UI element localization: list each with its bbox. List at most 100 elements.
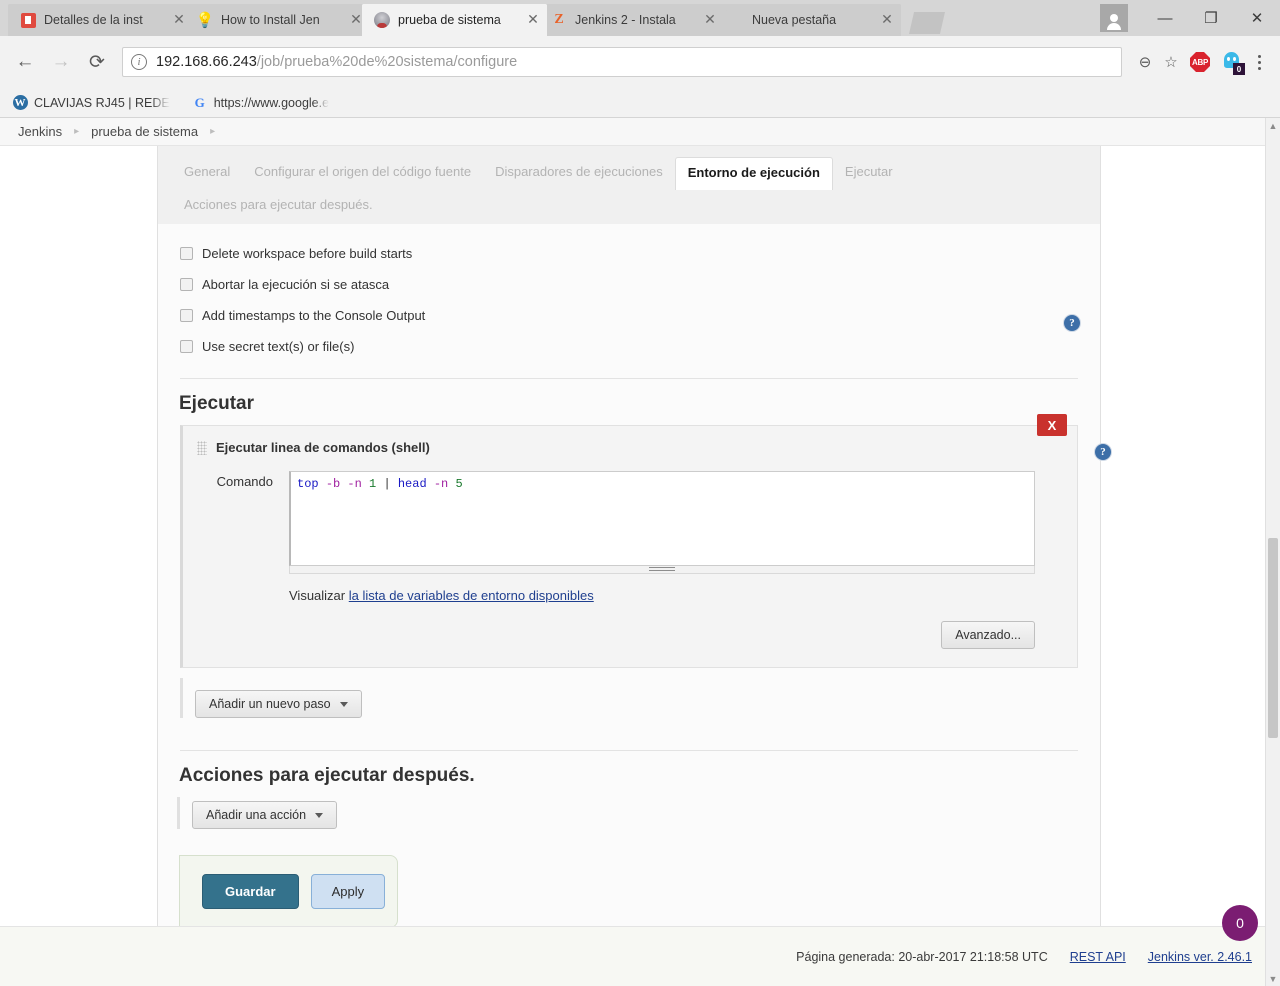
checkbox-row-use-secret[interactable]: Use secret text(s) or file(s) (180, 331, 1100, 362)
rest-api-link[interactable]: REST API (1070, 950, 1126, 964)
bookmarks-bar: W CLAVIJAS RJ45 | REDE G https://www.goo… (0, 88, 1280, 118)
red-book-icon (20, 12, 36, 28)
env-variables-link[interactable]: la lista de variables de entorno disponi… (349, 588, 594, 603)
close-window-button[interactable]: ✕ (1234, 0, 1280, 36)
bookmark-item-0[interactable]: W CLAVIJAS RJ45 | REDE (12, 95, 170, 111)
tab-title: Nueva pestaña (752, 13, 837, 27)
forward-button[interactable]: → (44, 45, 78, 79)
zoom-out-icon[interactable]: ⊖ (1132, 53, 1158, 71)
checkbox-label: Add timestamps to the Console Output (202, 308, 426, 323)
bookmark-label: CLAVIJAS RJ45 | REDE (34, 95, 170, 110)
zeta-icon: Z (554, 12, 564, 27)
new-tab-button[interactable] (909, 12, 945, 34)
textarea-resize-bar[interactable] (289, 566, 1035, 574)
tab-title: Jenkins 2 - Instala (575, 13, 676, 27)
breadcrumb-item-job[interactable]: prueba de sistema (91, 124, 198, 139)
address-bar[interactable]: i 192.168.66.243/job/prueba%20de%20siste… (122, 47, 1122, 77)
site-info-icon[interactable]: i (131, 54, 147, 70)
bookmark-star-icon[interactable]: ☆ (1158, 53, 1184, 71)
checkbox-add-timestamps[interactable] (180, 309, 193, 322)
checkbox-label: Abortar la ejecución si se atasca (202, 277, 390, 292)
browser-tab-2-active[interactable]: prueba de sistema ✕ (362, 4, 547, 36)
build-step-title: Ejecutar linea de comandos (shell) (216, 440, 430, 455)
chevron-right-icon: ▸ (210, 126, 216, 137)
scroll-down-arrow-icon[interactable]: ▼ (1266, 971, 1280, 986)
checkbox-row-abort-build[interactable]: Abortar la ejecución si se atasca (180, 269, 1100, 300)
tab-general[interactable]: General (172, 156, 242, 189)
tab-title: Detalles de la inst (44, 13, 143, 27)
breadcrumb: Jenkins ▸ prueba de sistema ▸ (0, 118, 1280, 146)
config-tabs-row-1: General Configurar el origen del código … (158, 156, 1100, 190)
back-button[interactable]: ← (8, 45, 42, 79)
user-profile-icon[interactable] (1100, 4, 1128, 32)
chevron-down-icon (339, 701, 348, 707)
add-step-row: Añadir un nuevo paso (180, 668, 1078, 732)
notification-badge[interactable]: 0 (1222, 905, 1258, 941)
tab-title: How to Install Jen (221, 13, 320, 27)
command-token: -n (347, 477, 362, 491)
tab-close-button[interactable]: ✕ (879, 12, 895, 28)
command-field-row: Comando top -b -n 1 | head -n 5 (183, 471, 1077, 566)
apply-button[interactable]: Apply (310, 874, 386, 909)
browser-tab-0[interactable]: Detalles de la inst ✕ (8, 4, 193, 36)
url-path: /job/prueba%20de%20sistema/configure (256, 54, 518, 70)
checkbox-row-delete-workspace[interactable]: Delete workspace before build starts (180, 238, 1100, 269)
browser-tabstrip: Detalles de la inst ✕ 💡 How to Install J… (0, 0, 1280, 36)
help-icon-use-secret[interactable]: ? (1064, 315, 1080, 331)
checkbox-row-add-timestamps[interactable]: Add timestamps to the Console Output (180, 300, 1100, 331)
advanced-button[interactable]: Avanzado... (941, 621, 1035, 649)
ghostery-icon[interactable]: 0 (1220, 51, 1245, 75)
config-tabs-row-2: Acciones para ejecutar después. (158, 189, 1100, 224)
visualize-prefix: Visualizar (289, 588, 346, 603)
page-viewport: Jenkins ▸ prueba de sistema ▸ General Co… (0, 118, 1280, 986)
checkbox-use-secret[interactable] (180, 340, 193, 353)
tab-post-build-actions[interactable]: Acciones para ejecutar después. (184, 197, 1086, 212)
tab-source-code-management[interactable]: Configurar el origen del código fuente (242, 156, 483, 189)
tab-build-environment[interactable]: Entorno de ejecución (674, 157, 833, 190)
checkbox-abort-build[interactable] (180, 278, 193, 291)
resize-grip-icon[interactable] (649, 567, 675, 571)
browser-tab-4[interactable]: Nueva pestaña ✕ (716, 4, 901, 36)
post-build-actions: Añadir una acción Guardar Apply (158, 797, 1100, 928)
add-post-build-action-label: Añadir una acción (206, 808, 307, 822)
config-content: Delete workspace before build starts Abo… (158, 224, 1111, 938)
checkbox-delete-workspace[interactable] (180, 247, 193, 260)
post-build-section-title: Acciones para ejecutar después. (179, 765, 475, 786)
browser-tab-1[interactable]: 💡 How to Install Jen ✕ (185, 4, 370, 36)
add-build-step-button[interactable]: Añadir un nuevo paso (195, 690, 362, 718)
reload-button[interactable]: ⟳ (80, 45, 114, 79)
scroll-up-arrow-icon[interactable]: ▲ (1266, 118, 1280, 133)
chrome-menu-icon[interactable] (1246, 52, 1272, 73)
page-footer: Página generada: 20-abr-2017 21:18:58 UT… (0, 905, 1280, 986)
scrollbar-thumb[interactable] (1268, 538, 1278, 738)
command-token: -n (433, 477, 449, 491)
bookmark-item-1[interactable]: G https://www.google.e (192, 95, 329, 111)
drag-handle-icon[interactable] (197, 440, 207, 455)
page-body: General Configurar el origen del código … (0, 146, 1280, 938)
build-step-shell: X ? Ejecutar linea de comandos (shell) C… (180, 414, 1111, 668)
ghostery-badge-count: 0 (1233, 63, 1245, 75)
page-scrollbar[interactable]: ▲ ▼ (1265, 118, 1280, 986)
form-actions-bar: Guardar Apply (179, 855, 398, 928)
help-icon-shell-step[interactable]: ? (1095, 444, 1111, 460)
minimize-button[interactable]: — (1142, 0, 1188, 36)
adblock-plus-icon[interactable]: ABP (1190, 52, 1210, 72)
checkbox-label: Delete workspace before build starts (202, 246, 413, 261)
browser-tab-3[interactable]: Z Jenkins 2 - Instala ✕ (539, 4, 724, 36)
restore-button[interactable]: ❐ (1188, 0, 1234, 36)
tab-build[interactable]: Ejecutar (833, 156, 905, 189)
tab-build-triggers[interactable]: Disparadores de ejecuciones (483, 156, 675, 189)
remove-step-button[interactable]: X (1037, 414, 1067, 436)
tab-close-button[interactable]: ✕ (525, 12, 541, 28)
add-post-build-action-button[interactable]: Añadir una acción (192, 801, 338, 829)
config-tabbar: General Configurar el origen del código … (158, 146, 1100, 224)
chevron-right-icon: ▸ (74, 126, 80, 137)
breadcrumb-item-jenkins[interactable]: Jenkins (18, 124, 62, 139)
jenkins-version-link[interactable]: Jenkins ver. 2.46.1 (1148, 950, 1252, 964)
command-token: top (297, 477, 319, 491)
add-build-step-label: Añadir un nuevo paso (209, 697, 331, 711)
command-token: head (397, 477, 427, 491)
build-step-header: Ejecutar linea de comandos (shell) (183, 438, 1077, 455)
command-textarea[interactable]: top -b -n 1 | head -n 5 (289, 471, 1035, 566)
save-button[interactable]: Guardar (202, 874, 299, 909)
